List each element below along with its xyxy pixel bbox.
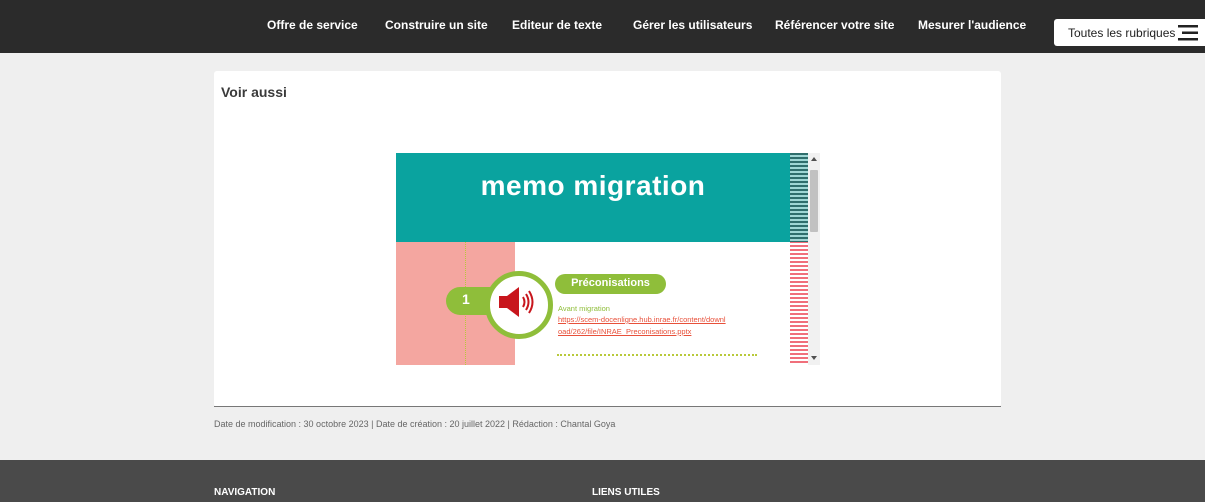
- scroll-up-arrow-icon[interactable]: [811, 157, 817, 161]
- top-navigation-bar: Offre de service Construire un site Edit…: [0, 0, 1205, 53]
- slide-scrollbar[interactable]: [808, 153, 820, 365]
- nav-item-construire-un-site[interactable]: Construire un site: [385, 18, 488, 34]
- nav-item-referencer-votre-site[interactable]: Référencer votre site: [775, 18, 894, 34]
- nav-item-gerer-les-utilisateurs[interactable]: Gérer les utilisateurs: [633, 18, 752, 34]
- card-divider: [214, 406, 1001, 407]
- scroll-down-arrow-icon[interactable]: [811, 356, 817, 360]
- nav-item-editeur-de-texte[interactable]: Editeur de texte: [512, 18, 602, 34]
- slide-dotted-line: [557, 354, 757, 356]
- slide-striped-edge-top: [790, 153, 808, 242]
- page-metadata: Date de modification : 30 octobre 2023 |…: [214, 419, 616, 429]
- hamburger-menu-icon: [1178, 25, 1198, 41]
- nav-item-offre-de-service[interactable]: Offre de service: [267, 18, 358, 34]
- embedded-slide-viewer[interactable]: memo migration 1 Préconisations Avant mi…: [396, 153, 820, 365]
- preconisations-label: Préconisations: [571, 277, 650, 289]
- slide-subtitle: Avant migration: [558, 304, 610, 313]
- step-number: 1: [462, 291, 470, 307]
- scroll-thumb[interactable]: [810, 170, 818, 232]
- all-sections-label: Toutes les rubriques: [1068, 26, 1176, 40]
- nav-item-mesurer-audience[interactable]: Mesurer l'audience: [918, 18, 1026, 34]
- all-sections-menu-button[interactable]: Toutes les rubriques: [1054, 19, 1205, 46]
- footer-navigation-heading: NAVIGATION: [214, 487, 276, 498]
- slide-title: memo migration: [480, 170, 706, 201]
- see-also-title: Voir aussi: [221, 84, 287, 100]
- preconisations-link[interactable]: https://scem-docenligne.hub.inrae.fr/con…: [558, 314, 728, 338]
- footer-links-heading: LIENS UTILES: [592, 487, 660, 498]
- speaker-icon: [499, 287, 534, 317]
